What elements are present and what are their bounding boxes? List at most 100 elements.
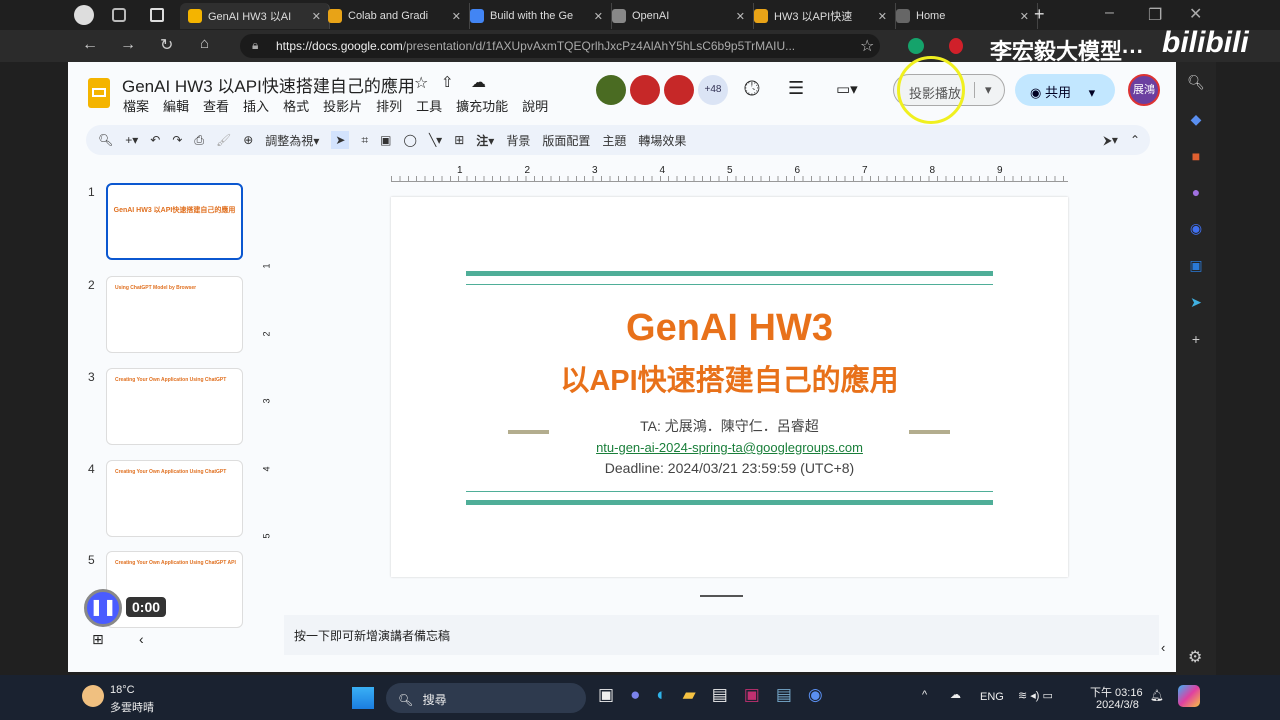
new-slide-icon[interactable]: +▾ xyxy=(125,133,138,147)
grid-view-icon[interactable]: ⊞ xyxy=(92,631,104,648)
browser-tab[interactable]: HW3 以API快速 ✕ xyxy=(746,3,896,29)
clock-time[interactable]: 下午 03:16 xyxy=(1090,684,1143,700)
select-tool-icon[interactable]: ➤ xyxy=(331,131,350,149)
slide-title[interactable]: GenAI HW3 xyxy=(391,307,1068,350)
ta-names[interactable]: TA: 尤展鴻．陳守仁．呂睿超 xyxy=(391,416,1068,436)
tab-close-icon[interactable]: ✕ xyxy=(1020,10,1029,23)
sidebar-tools-icon[interactable]: ■ xyxy=(1192,148,1200,164)
line-icon[interactable]: ╲▾ xyxy=(429,133,442,147)
favorite-star-icon[interactable]: ☆ xyxy=(860,36,874,56)
notepad-icon[interactable]: ▤ xyxy=(776,685,792,705)
menu-item[interactable]: 格式 xyxy=(283,96,309,115)
menu-item[interactable]: 查看 xyxy=(203,96,229,115)
collaborator-avatar[interactable] xyxy=(630,75,660,105)
menu-item[interactable]: 排列 xyxy=(376,96,402,115)
transition-button[interactable]: 轉場效果 xyxy=(638,132,686,149)
tab-close-icon[interactable]: ✕ xyxy=(736,10,745,23)
sidebar-copilot-icon[interactable]: ◉ xyxy=(1190,220,1202,237)
zoom-icon[interactable]: ⊕ xyxy=(243,133,253,147)
notes-resize-handle[interactable] xyxy=(700,595,743,597)
profile-icon[interactable] xyxy=(74,5,94,25)
sidebar-settings-icon[interactable]: ⚙ xyxy=(1188,647,1202,667)
document-title[interactable]: GenAI HW3 以API快速搭建自己的應用 xyxy=(122,72,415,97)
comment-add-icon[interactable]: ⊞ xyxy=(454,133,464,147)
tab-actions-icon[interactable] xyxy=(150,8,164,22)
browser-tab[interactable]: GenAI HW3 以AI ✕ xyxy=(180,3,330,29)
meet-camera-icon[interactable]: ▭▾ xyxy=(836,80,858,98)
note-button[interactable]: 注▾ xyxy=(476,132,494,149)
menu-item[interactable]: 編輯 xyxy=(163,96,189,115)
background-button[interactable]: 背景 xyxy=(506,132,530,149)
browser-tab[interactable]: OpenAI ✕ xyxy=(604,3,754,29)
browser-tab[interactable]: Home ✕ xyxy=(888,3,1038,29)
tray-overflow-icon[interactable]: ^ xyxy=(922,689,927,701)
ta-email-link[interactable]: ntu-gen-ai-2024-spring-ta@googlegroups.c… xyxy=(391,440,1068,455)
collapse-filmstrip-icon[interactable]: ‹ xyxy=(139,631,144,647)
tab-close-icon[interactable]: ✕ xyxy=(594,10,603,23)
menu-item[interactable]: 工具 xyxy=(416,96,442,115)
workspaces-icon[interactable] xyxy=(112,8,126,22)
notification-icon[interactable]: 🔔︎ xyxy=(1150,689,1164,702)
browser-tab[interactable]: Build with the Ge ✕ xyxy=(462,3,612,29)
explore-collapse-icon[interactable]: ‹ xyxy=(1161,640,1165,655)
menu-item[interactable]: 檔案 xyxy=(123,96,149,115)
home-button[interactable]: ⌂ xyxy=(200,35,209,52)
slide-thumbnail[interactable]: Creating Your Own Application Using Chat… xyxy=(106,460,243,537)
slide-thumbnail[interactable]: Using ChatGPT Model by Browser xyxy=(106,276,243,353)
collaborator-avatar[interactable] xyxy=(596,75,626,105)
chrome-icon[interactable]: ◉ xyxy=(808,685,823,705)
deadline-text[interactable]: Deadline: 2024/03/21 23:59:59 (UTC+8) xyxy=(391,460,1068,476)
teams-icon[interactable]: ● xyxy=(630,685,640,705)
theme-button[interactable]: 主題 xyxy=(602,132,626,149)
undo-icon[interactable]: ↶ xyxy=(150,133,160,147)
slide-thumbnail[interactable]: Creating Your Own Application Using Chat… xyxy=(106,368,243,445)
menu-item[interactable]: 插入 xyxy=(243,96,269,115)
menu-item[interactable]: 投影片 xyxy=(323,96,362,115)
slide-thumbnail[interactable]: Creating Your Own Application Using Chat… xyxy=(106,551,243,628)
textbox-icon[interactable]: ⌗ xyxy=(361,133,368,148)
redo-icon[interactable]: ↷ xyxy=(172,133,182,147)
new-tab-button[interactable]: + xyxy=(1034,4,1045,25)
forward-button[interactable]: → xyxy=(120,36,136,54)
terminal-icon[interactable]: ▤ xyxy=(712,685,728,705)
weather-temp[interactable]: 18°C xyxy=(110,684,135,696)
comments-icon[interactable]: ☰ xyxy=(788,78,804,99)
search-menus-icon[interactable]: 🔍︎ xyxy=(98,133,113,147)
taskview-icon[interactable]: ▣ xyxy=(598,685,614,705)
slides-logo[interactable] xyxy=(88,78,110,108)
paint-format-icon[interactable]: 🖌︎ xyxy=(216,133,231,147)
sidebar-search-icon[interactable]: 🔍︎ xyxy=(1187,74,1205,91)
video-pause-button[interactable]: ❚❚ xyxy=(84,589,122,627)
cloud-status-icon[interactable]: ☁︎ xyxy=(471,73,486,91)
account-avatar[interactable]: 展鴻 xyxy=(1128,74,1160,106)
more-collaborators-badge[interactable]: +48 xyxy=(698,75,728,105)
file-explorer-icon[interactable]: ▰ xyxy=(683,685,696,705)
weather-icon[interactable] xyxy=(82,685,104,707)
sidebar-add-icon[interactable]: + xyxy=(1192,331,1200,347)
grammarly-extension-icon[interactable] xyxy=(908,38,924,54)
image-icon[interactable]: ▣ xyxy=(380,133,391,147)
network-volume-battery-icons[interactable]: ≋ ◂) ▭ xyxy=(1018,689,1053,702)
shape-icon[interactable]: ◯ xyxy=(404,133,417,147)
browser-tab[interactable]: Colab and Gradi ✕ xyxy=(320,3,470,29)
star-icon[interactable]: ☆ xyxy=(414,73,428,93)
language-indicator[interactable]: ENG xyxy=(980,691,1004,703)
zoom-select[interactable]: 調整為視▾ xyxy=(265,132,319,149)
version-history-icon[interactable]: 🕓︎ xyxy=(744,78,760,101)
sidebar-tag-icon[interactable]: ◆ xyxy=(1191,111,1202,128)
extension-icon[interactable] xyxy=(949,38,963,54)
collapse-toolbar-icon[interactable]: ⌃ xyxy=(1130,133,1140,147)
menu-item[interactable]: 擴充功能 xyxy=(456,96,508,115)
speaker-notes-area[interactable]: 按一下即可新增演講者備忘稿 xyxy=(284,615,1159,655)
copilot-icon[interactable] xyxy=(1178,685,1200,707)
app-icon[interactable]: ▣ xyxy=(744,685,760,705)
close-window-button[interactable]: ✕ xyxy=(1189,4,1202,24)
slide-subtitle[interactable]: 以API快速搭建自己的應用 xyxy=(391,357,1068,399)
tab-close-icon[interactable]: ✕ xyxy=(878,10,887,23)
move-icon[interactable]: ⇧ xyxy=(441,73,454,91)
slideshow-dropdown[interactable]: ▾ xyxy=(974,82,992,98)
slide-canvas[interactable]: GenAI HW3 以API快速搭建自己的應用 TA: 尤展鴻．陳守仁．呂睿超 … xyxy=(391,197,1068,577)
restore-button[interactable]: ❐ xyxy=(1148,5,1162,25)
tab-close-icon[interactable]: ✕ xyxy=(452,10,461,23)
back-button[interactable]: ← xyxy=(82,36,98,54)
